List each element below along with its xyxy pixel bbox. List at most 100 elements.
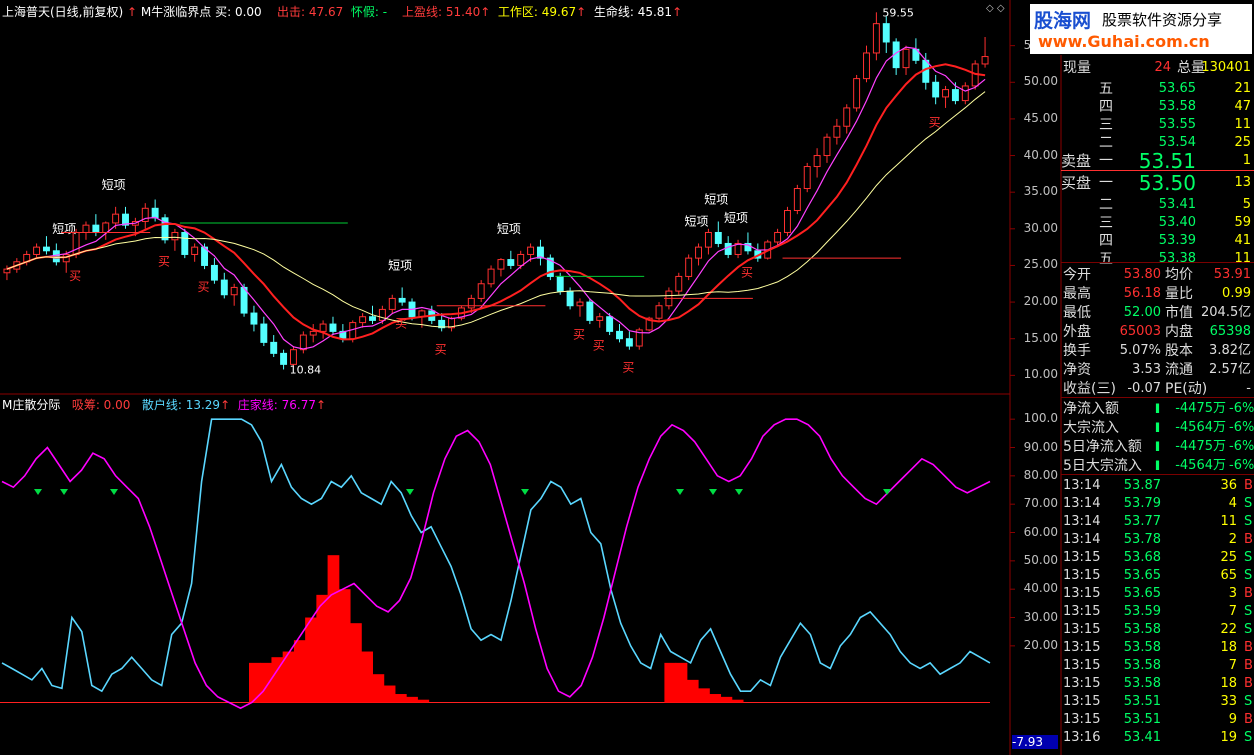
xichou-bar — [709, 694, 722, 703]
stat-value: 3.53 — [1132, 362, 1161, 377]
candle-body — [793, 188, 801, 211]
xichou-bar — [406, 696, 418, 703]
price-axis-tick: 50.00 — [1023, 74, 1058, 89]
candle-body — [230, 286, 238, 296]
ma10-line — [6, 63, 986, 341]
candle-body — [803, 166, 811, 190]
buy-row: 三 53.40 59 — [1061, 214, 1254, 232]
buy-label: 买盘 — [1061, 174, 1092, 192]
tick-row: 13:15 53.58 7 B — [1061, 657, 1254, 675]
xichou-value: 吸筹: 0.00 — [71, 398, 131, 412]
tick-time: 13:15 — [1063, 604, 1101, 619]
sell-label: 卖盘 — [1061, 152, 1092, 170]
tick-volume: 65 — [1220, 568, 1237, 583]
sell-price: 53.51 — [1138, 149, 1196, 173]
short-top-label: 短项 — [704, 192, 728, 206]
xichou-bar — [720, 696, 733, 703]
tick-direction: B — [1244, 658, 1253, 673]
stat-value: 53.80 — [1123, 267, 1161, 282]
zongliang-value: 130401 — [1201, 60, 1251, 75]
tick-row: 13:14 53.79 4 S — [1061, 495, 1254, 513]
sell-volume: 11 — [1234, 117, 1251, 132]
tick-time: 13:15 — [1063, 676, 1101, 691]
tick-price: 53.65 — [1123, 568, 1161, 583]
sell-volume: 25 — [1234, 135, 1251, 150]
tick-price: 53.51 — [1123, 694, 1161, 709]
tick-time: 13:15 — [1063, 694, 1101, 709]
sell-row: 四 53.58 47 — [1061, 98, 1254, 116]
stat-label: 流通 — [1165, 362, 1193, 378]
logo-slogan: 股票软件资源分享 — [1102, 11, 1223, 29]
buy-signal-label: 买 — [435, 342, 447, 356]
flow-row: 5日大宗流入 ▌ -4564万 -6% — [1061, 457, 1254, 475]
xichou-bar — [372, 674, 385, 703]
stat-value: 3.82亿 — [1209, 343, 1251, 358]
tick-row: 13:15 53.65 65 S — [1061, 567, 1254, 585]
sub-header: M庄散分际 吸筹: 0.00 散户线: 13.29↑ 庄家线: 76.77↑ — [2, 396, 326, 413]
stat-value: 65398 — [1209, 324, 1251, 339]
xichou-bar — [698, 688, 710, 703]
sell-row: 卖盘一 53.51 1 — [1061, 149, 1254, 173]
stat-label: 最低 — [1063, 305, 1091, 321]
chuji-value: 出击: 47.67 — [277, 5, 344, 19]
tick-direction: B — [1244, 478, 1253, 493]
buy-signal-label: 买 — [158, 254, 170, 268]
tick-time: 13:14 — [1063, 532, 1101, 547]
short-top-label: 短项 — [102, 178, 126, 192]
candle-body — [33, 246, 41, 255]
up-arrow-icon: ↑ — [315, 398, 327, 412]
candle-body — [625, 338, 633, 347]
candle-body — [853, 78, 861, 109]
sell-price: 53.58 — [1158, 99, 1196, 114]
stat-label: 换手 — [1063, 343, 1091, 359]
xichou-bar — [361, 651, 373, 703]
candle-body — [902, 48, 910, 69]
sub-indicator-name: M庄散分际 — [2, 398, 61, 412]
panel-separator — [1061, 262, 1254, 263]
tick-direction: S — [1244, 550, 1253, 565]
up-arrow-icon: ↑ — [127, 5, 138, 19]
stat-value: 65003 — [1119, 324, 1161, 339]
signal-marker — [110, 489, 118, 495]
candle-body — [863, 52, 870, 80]
price-axis-tick: 20.00 — [1023, 294, 1058, 309]
stat-value: 53.91 — [1213, 267, 1251, 282]
candle-body — [388, 297, 396, 310]
tick-price: 53.78 — [1123, 532, 1161, 547]
stat-label: 收益(三) — [1063, 381, 1116, 397]
tick-volume: 18 — [1220, 676, 1237, 691]
candle-body — [467, 297, 475, 309]
huaijia-value: 怀假: - — [350, 5, 388, 19]
stat-value: 2.57亿 — [1209, 362, 1251, 377]
candle-body — [507, 259, 515, 266]
tick-direction: S — [1244, 568, 1253, 583]
tick-time: 13:14 — [1063, 514, 1101, 529]
candle-body — [299, 334, 307, 351]
candle-body — [151, 207, 159, 219]
candle-body — [714, 231, 722, 244]
flow-value: -4564万 — [1175, 458, 1226, 473]
tick-time: 13:14 — [1063, 496, 1101, 511]
flow-pct: -6% — [1229, 439, 1254, 454]
stat-label: 股本 — [1165, 343, 1193, 359]
sub-axis-tick: 60.00 — [1023, 524, 1058, 539]
candle-body — [487, 268, 495, 285]
candle-body — [556, 275, 564, 292]
candle-body — [961, 85, 969, 102]
sanhu-value: 散户线: 13.29 — [141, 398, 221, 412]
candle-body — [477, 283, 485, 299]
stat-row: 换手 5.07% 股本 3.82亿 — [1061, 342, 1254, 360]
signal-marker — [521, 489, 529, 495]
window-controls-icon[interactable]: ◇ ◇ — [986, 3, 1005, 14]
tick-direction: S — [1244, 514, 1253, 529]
buy-price: 53.50 — [1138, 171, 1196, 195]
tick-volume: 25 — [1220, 550, 1237, 565]
xichou-bar — [731, 699, 744, 703]
level-label: 一 — [1099, 153, 1113, 169]
stat-value: 204.5亿 — [1201, 305, 1252, 320]
high-annotation: 59.55 — [882, 6, 914, 19]
sub-axis-tick: 100.0 — [1023, 411, 1058, 426]
candle-body — [774, 231, 782, 243]
sell-row: 三 53.55 11 — [1061, 116, 1254, 134]
stat-label: 今开 — [1063, 267, 1091, 283]
